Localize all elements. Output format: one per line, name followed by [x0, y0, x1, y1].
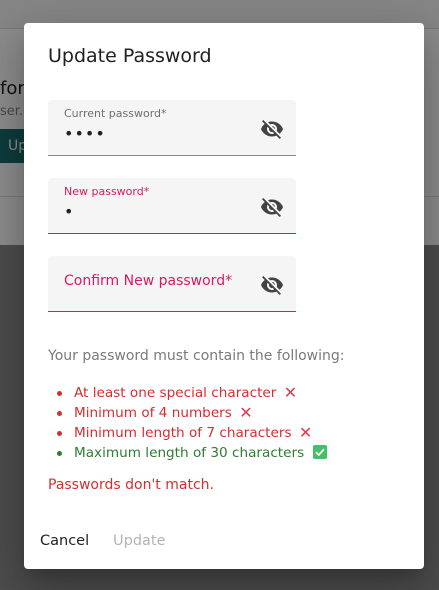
eye-off-icon[interactable] [260, 273, 284, 297]
confirm-password-field[interactable]: Confirm New password* [48, 256, 296, 312]
requirement-text: At least one special character [74, 385, 277, 401]
new-password-value[interactable]: • [64, 202, 74, 221]
x-mark-icon: ✕ [239, 403, 253, 422]
eye-off-icon[interactable] [260, 195, 284, 219]
cancel-button[interactable]: Cancel [40, 529, 89, 553]
eye-off-icon[interactable] [260, 117, 284, 141]
current-password-label: Current password* [64, 107, 167, 120]
requirements-list: At least one special character ✕ Minimum… [57, 383, 327, 463]
bullet [57, 391, 62, 396]
dialog-title: Update Password [48, 45, 212, 67]
requirement-item: Maximum length of 30 characters [57, 443, 327, 463]
confirm-password-label: Confirm New password* [64, 273, 233, 289]
x-mark-icon: ✕ [283, 383, 298, 402]
requirement-text: Minimum of 4 numbers [74, 405, 232, 421]
requirement-item: Minimum length of 7 characters ✕ [57, 423, 327, 443]
requirement-text: Maximum length of 30 characters [74, 445, 305, 461]
current-password-field[interactable]: Current password* •••• [48, 100, 296, 156]
password-mismatch-error: Passwords don't match. [48, 477, 214, 493]
requirement-item: At least one special character ✕ [57, 383, 327, 403]
x-mark-icon: ✕ [298, 423, 313, 442]
requirements-intro: Your password must contain the following… [48, 348, 345, 364]
requirement-text: Minimum length of 7 characters [74, 425, 292, 441]
requirement-item: Minimum of 4 numbers ✕ [57, 403, 327, 423]
update-password-dialog: Update Password Current password* •••• N… [24, 23, 424, 569]
new-password-field[interactable]: New password* • [48, 178, 296, 234]
update-button[interactable]: Update [113, 529, 166, 553]
bullet [57, 431, 62, 436]
new-password-label: New password* [64, 185, 150, 198]
current-password-value[interactable]: •••• [64, 124, 106, 143]
bullet [57, 451, 62, 456]
checkmark-icon [312, 445, 327, 459]
bullet [57, 411, 62, 416]
